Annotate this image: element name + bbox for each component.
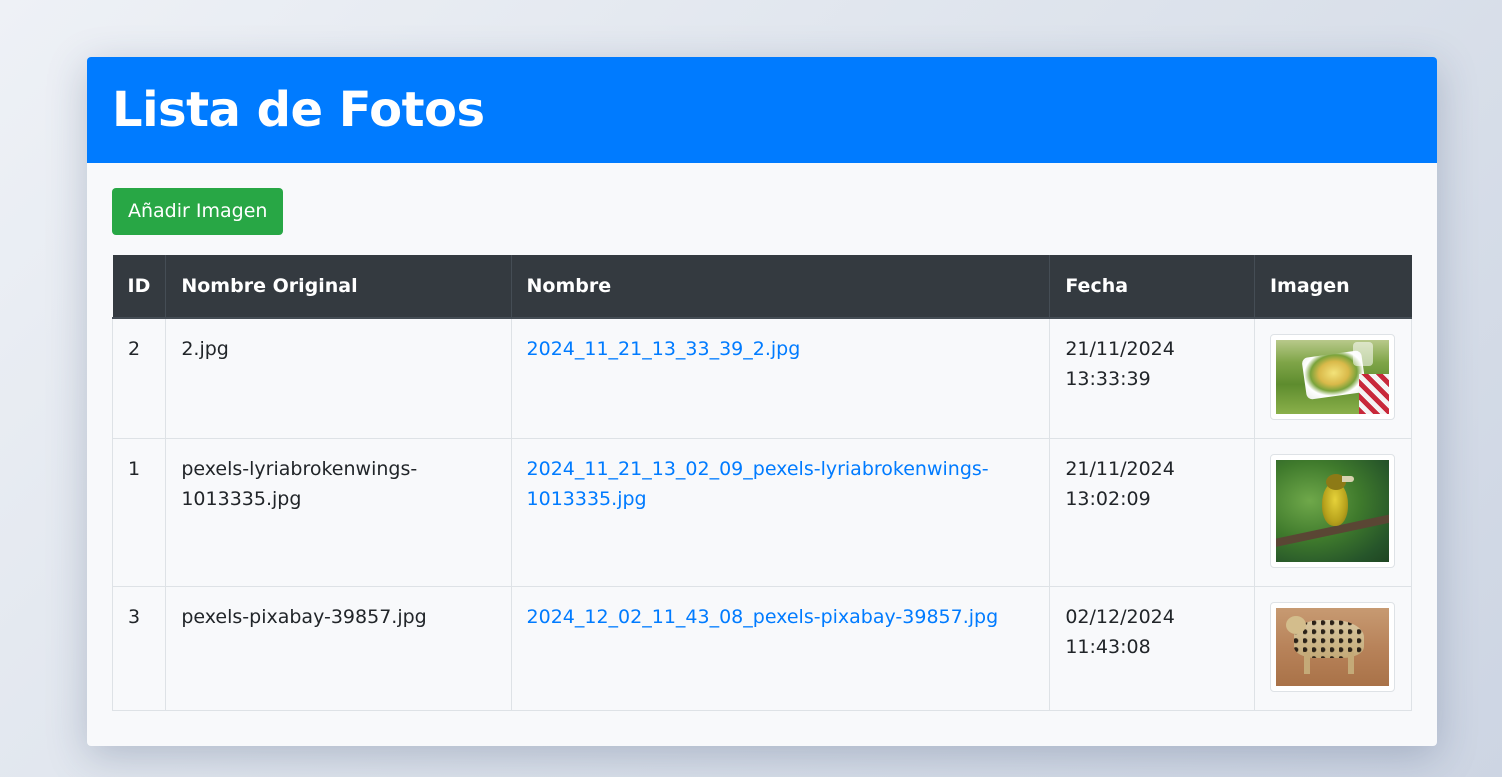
table-row: 2 2.jpg 2024_11_21_13_33_39_2.jpg 21/11/…: [111, 317, 1413, 439]
cell-image: [1253, 317, 1413, 439]
file-link-line: 1013335.jpg: [526, 488, 647, 510]
column-header-original-name: Nombre Original: [165, 255, 512, 319]
time-text: 11:43:08: [1065, 636, 1151, 658]
card-header: Lista de Fotos: [87, 57, 1437, 163]
leopard-photo-thumbnail[interactable]: [1269, 602, 1395, 692]
cell-date: 21/11/2024 13:33:39: [1049, 317, 1255, 439]
bird-photo: [1275, 460, 1389, 562]
cell-original-name: pexels-pixabay-39857.jpg: [165, 586, 512, 711]
time-text: 13:33:39: [1065, 368, 1151, 390]
table-row: 3 pexels-pixabay-39857.jpg 2024_12_02_11…: [111, 586, 1413, 711]
column-header-date: Fecha: [1049, 255, 1255, 319]
food-photo: [1275, 340, 1389, 414]
cell-image: [1253, 586, 1413, 711]
photo-list-card: Lista de Fotos Añadir Imagen ID Nombre O…: [87, 57, 1437, 746]
cell-date: 02/12/2024 11:43:08: [1049, 586, 1255, 711]
page-title: Lista de Fotos: [112, 82, 485, 138]
cell-id: 2: [111, 317, 167, 439]
cell-original-name: 2.jpg: [165, 317, 512, 439]
bird-photo-thumbnail[interactable]: [1269, 454, 1395, 568]
cell-name: 2024_12_02_11_43_08_pexels-pixabay-39857…: [510, 586, 1051, 711]
original-name-line: 1013335.jpg: [181, 488, 302, 510]
column-header-id: ID: [112, 255, 167, 319]
leopard-photo: [1275, 608, 1389, 686]
add-image-button[interactable]: Añadir Imagen: [112, 188, 284, 235]
original-name-line: pexels-lyriabrokenwings-: [181, 458, 418, 480]
date-text: 02/12/2024: [1065, 606, 1175, 628]
date-text: 21/11/2024: [1065, 458, 1175, 480]
photos-table: ID Nombre Original Nombre Fecha Imagen 2…: [111, 255, 1413, 711]
column-header-image: Imagen: [1254, 255, 1412, 319]
file-link[interactable]: 2024_11_21_13_33_39_2.jpg: [527, 338, 801, 360]
date-text: 21/11/2024: [1065, 338, 1175, 360]
column-header-name: Nombre: [511, 255, 1051, 319]
cell-original-name: pexels-lyriabrokenwings- 1013335.jpg: [165, 438, 512, 587]
table-row: 1 pexels-lyriabrokenwings- 1013335.jpg 2…: [111, 438, 1413, 587]
file-link[interactable]: 2024_11_21_13_02_09_pexels-lyriabrokenwi…: [527, 458, 989, 510]
cell-date: 21/11/2024 13:02:09: [1049, 438, 1255, 587]
file-link[interactable]: 2024_12_02_11_43_08_pexels-pixabay-39857…: [527, 606, 999, 628]
card-body: Añadir Imagen ID Nombre Original Nombre …: [87, 163, 1437, 711]
cell-id: 3: [111, 586, 167, 711]
time-text: 13:02:09: [1065, 488, 1151, 510]
cell-image: [1253, 438, 1413, 587]
table-header-row: ID Nombre Original Nombre Fecha Imagen: [112, 255, 1412, 319]
cell-id: 1: [111, 438, 167, 587]
cell-name: 2024_11_21_13_33_39_2.jpg: [510, 317, 1051, 439]
file-link-line: 2024_11_21_13_02_09_pexels-lyriabrokenwi…: [526, 458, 989, 480]
food-photo-thumbnail[interactable]: [1269, 334, 1395, 420]
cell-name: 2024_11_21_13_02_09_pexels-lyriabrokenwi…: [510, 438, 1051, 587]
